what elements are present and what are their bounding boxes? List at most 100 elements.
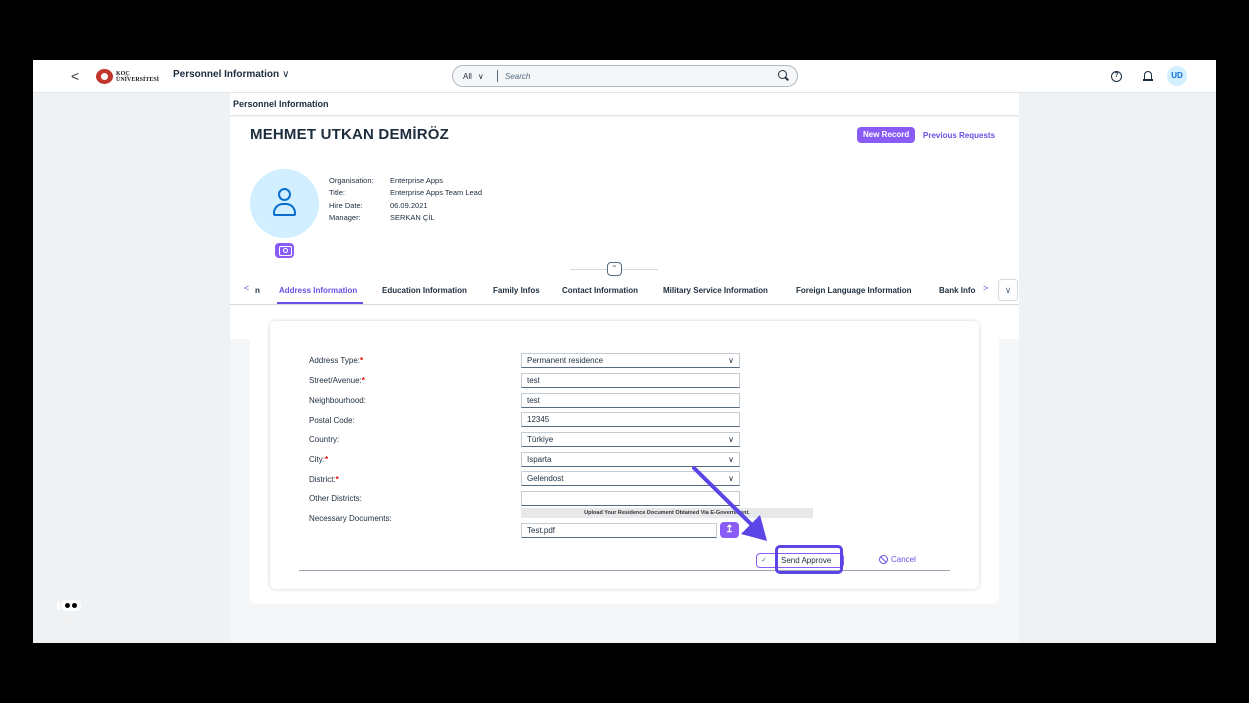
field-value: Gelendost <box>527 474 564 483</box>
back-button[interactable]: < <box>71 68 79 84</box>
neighbourhood-label: Neighbourhood: <box>309 396 366 405</box>
university-logo[interactable]: KOÇ ÜNİVERSİTESİ <box>96 68 159 85</box>
search-scope-select[interactable]: All ∨ <box>453 72 497 81</box>
form-footer-divider <box>299 570 950 571</box>
logo-mark-icon <box>96 69 113 84</box>
previous-requests-link[interactable]: Previous Requests <box>923 131 995 140</box>
help-icon[interactable]: ? <box>1111 71 1122 82</box>
chevron-down-icon: ∨ <box>282 69 290 80</box>
bell-icon[interactable] <box>1143 71 1153 82</box>
required-mark: * <box>335 475 339 484</box>
city-select[interactable]: Isparta ∨ <box>521 452 740 467</box>
attr-title: Title: Enterprise Apps Team Lead <box>329 187 482 199</box>
tab-contact-information[interactable]: Contact Information <box>562 286 638 295</box>
required-mark: * <box>325 455 329 464</box>
file-name-input[interactable]: Test.pdf <box>521 523 717 538</box>
chevron-right-icon[interactable]: > <box>983 283 988 293</box>
district-select[interactable]: Gelendost ∨ <box>521 471 740 486</box>
postal-code-input[interactable]: 12345 <box>521 412 740 427</box>
field-value: Isparta <box>527 455 552 464</box>
postal-code-label: Postal Code: <box>309 416 355 425</box>
active-tab-indicator <box>277 302 363 304</box>
tab-address-information[interactable]: Address Information <box>279 286 357 295</box>
attr-value: SERKAN ÇİL <box>390 212 435 222</box>
page-header: Personnel Information <box>230 93 1019 116</box>
attr-hire-date: Hire Date: 06.09.2021 <box>329 200 482 212</box>
search-input[interactable]: Search <box>498 72 797 81</box>
address-form-card: Address Type:* Permanent residence ∨ Stre… <box>270 321 979 589</box>
attr-value: 06.09.2021 <box>390 200 428 210</box>
upload-note: Upload Your Residence Document Obtained … <box>521 508 813 518</box>
chevron-down-icon: ∨ <box>728 455 734 464</box>
neighbourhood-input[interactable]: test <box>521 393 740 408</box>
city-label: City:* <box>309 455 328 464</box>
app-frame: < KOÇ ÜNİVERSİTESİ Personnel Information… <box>33 60 1216 643</box>
tab-education-information[interactable]: Education Information <box>382 286 467 295</box>
new-record-button[interactable]: New Record <box>857 127 916 143</box>
chevron-down-icon: ∨ <box>728 474 734 483</box>
upload-icon[interactable]: ↥ <box>720 522 739 538</box>
street-avenue-input[interactable]: test <box>521 373 740 388</box>
field-value: Permanent residence <box>527 356 604 365</box>
street-avenue-label: Street/Avenue:* <box>309 376 365 385</box>
chevron-left-icon[interactable]: < <box>244 283 249 293</box>
required-mark: * <box>360 356 364 365</box>
chevron-down-icon: ∨ <box>477 71 484 81</box>
cancel-button[interactable]: Cancel <box>879 555 916 564</box>
chevron-down-icon: ∨ <box>728 435 734 444</box>
field-value: Türkiye <box>527 435 554 444</box>
search-scope-label: All <box>463 71 472 81</box>
address-type-label: Address Type:* <box>309 356 363 365</box>
employee-attributes: Organisation: Enterprise Apps Title: Ent… <box>329 175 482 224</box>
tab-foreign-language-information[interactable]: Foreign Language Information <box>796 286 912 295</box>
necessary-documents-label: Necessary Documents: <box>309 514 392 523</box>
address-type-select[interactable]: Permanent residence ∨ <box>521 353 740 368</box>
tab-bank-info[interactable]: Bank Info <box>939 286 979 295</box>
camera-icon[interactable] <box>275 243 294 258</box>
field-label-text: District: <box>309 475 336 484</box>
attr-label: Organisation: <box>329 176 374 185</box>
employee-name: MEHMET UTKAN DEMİRÖZ <box>250 126 449 143</box>
other-districts-label: Other Districts: <box>309 494 362 503</box>
tab-previous-fragment[interactable]: n <box>255 286 260 295</box>
annotation-highlight-box <box>775 545 843 574</box>
assistant-logo-dot <box>65 616 71 622</box>
assistant-logo-pill <box>61 600 81 611</box>
assistant-logo-bar <box>57 602 60 610</box>
person-icon <box>278 188 291 201</box>
required-mark: * <box>361 376 365 385</box>
field-label-text: Street/Avenue: <box>309 376 362 385</box>
page-title: Personnel Information <box>233 99 329 109</box>
district-label: District:* <box>309 475 339 484</box>
attr-manager: Manager: SERKAN ÇİL <box>329 212 482 224</box>
other-districts-input[interactable] <box>521 491 740 506</box>
tab-overflow-button[interactable]: ∨ <box>998 279 1018 301</box>
shell-bar: < KOÇ ÜNİVERSİTESİ Personnel Information… <box>33 60 1216 93</box>
employee-avatar <box>250 169 319 238</box>
country-select[interactable]: Türkiye ∨ <box>521 432 740 447</box>
attr-label: Manager: <box>329 212 361 222</box>
cancel-icon <box>879 555 888 564</box>
person-body-icon <box>273 203 296 216</box>
logo-text: KOÇ ÜNİVERSİTESİ <box>116 71 159 83</box>
address-section: Address Type:* Permanent residence ∨ Stre… <box>250 306 999 604</box>
app-title: Personnel Information <box>173 69 280 80</box>
logo-text-line2: ÜNİVERSİTESİ <box>116 76 160 83</box>
attr-value: Enterprise Apps Team Lead <box>390 188 483 198</box>
country-label: Country: <box>309 435 340 444</box>
collapse-header-button[interactable]: ⌃ <box>607 262 622 276</box>
assistant-logo-icon[interactable] <box>57 600 81 612</box>
search-icon[interactable] <box>778 70 787 79</box>
page-content: Personnel Information MEHMET UTKAN DEMİR… <box>230 93 1019 643</box>
tab-military-service-information[interactable]: Military Service Information <box>663 286 768 295</box>
search-bar: All ∨ Search <box>452 65 798 87</box>
app-title-menu[interactable]: Personnel Information ∨ <box>173 69 289 80</box>
field-label-text: Address Type: <box>309 356 360 365</box>
tab-family-infos[interactable]: Family Infos <box>493 286 540 295</box>
attr-label: Hire Date: <box>329 200 363 210</box>
attr-label: Title: <box>329 188 345 198</box>
tab-bar: < n Address Information Education Inform… <box>230 276 1019 305</box>
user-avatar[interactable]: UD <box>1167 66 1187 86</box>
attr-organisation: Organisation: Enterprise Apps <box>329 175 482 187</box>
chevron-down-icon: ∨ <box>728 356 734 365</box>
